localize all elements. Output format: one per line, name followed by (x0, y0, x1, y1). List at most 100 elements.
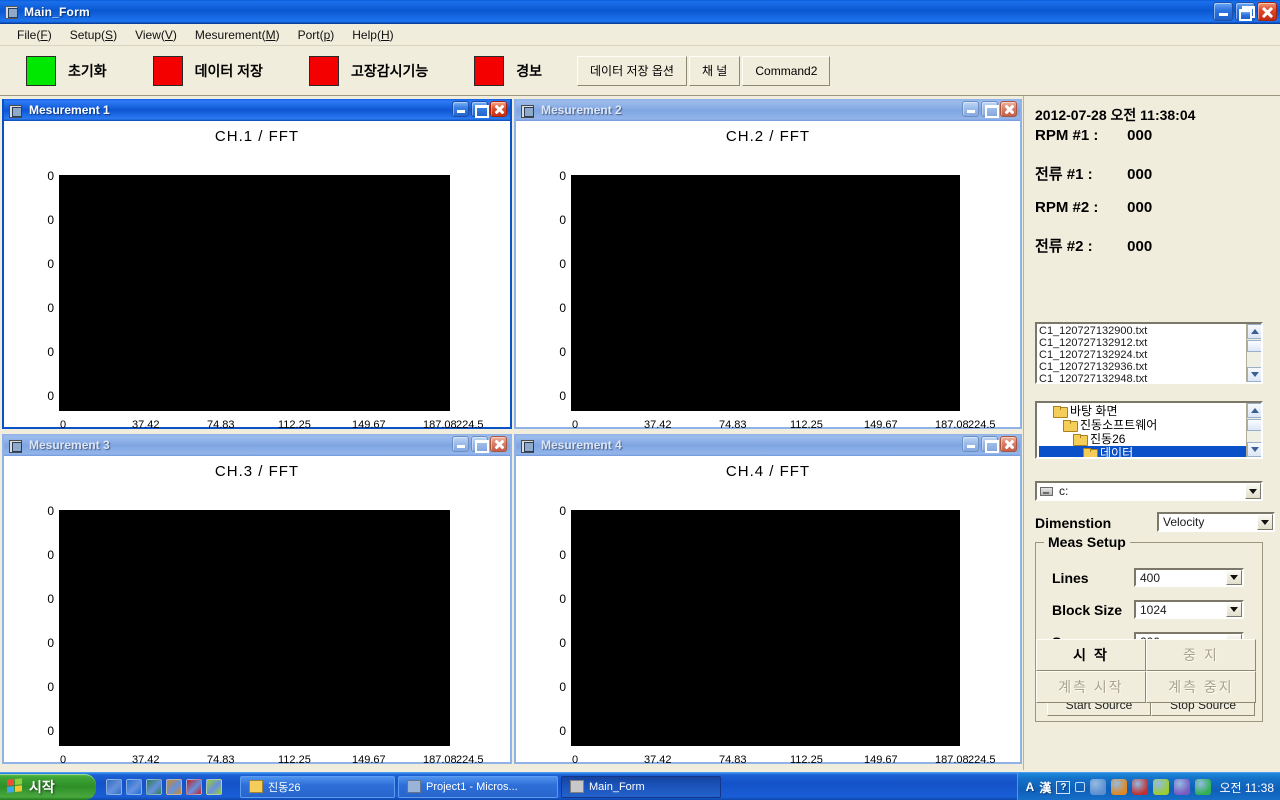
mdi-window-mesurement-2[interactable]: Mesurement 2 CH.2 / FFT 0 0 0 0 0 0 0 37… (514, 99, 1022, 431)
menu-help[interactable]: Help(H) (343, 26, 402, 44)
chart-plot-area[interactable]: 0 0 0 0 0 0 0 37.42 74.83 112.25 149.67 … (4, 486, 510, 766)
ime-help-indicator[interactable]: ? (1056, 780, 1071, 794)
minimize-button[interactable] (1213, 2, 1233, 21)
tree-item[interactable]: 진동26 (1039, 432, 1244, 446)
file-list-scrollbar[interactable] (1246, 324, 1261, 382)
tree-item-selected[interactable]: 데이터 (1039, 446, 1259, 457)
mdi-window-mesurement-4[interactable]: Mesurement 4 CH.4 / FFT 0 0 0 0 0 0 0 37… (514, 434, 1022, 766)
mdi-window-body: CH.2 / FFT 0 0 0 0 0 0 0 37.42 74.83 112… (516, 121, 1020, 431)
list-item[interactable]: C1_120727132936.txt (1039, 361, 1244, 373)
chevron-down-icon[interactable] (1226, 570, 1242, 585)
command2-button[interactable]: Command2 (742, 55, 831, 86)
minimize-button[interactable] (962, 101, 979, 117)
tree-item[interactable]: 바탕 화면 (1039, 404, 1244, 418)
minimize-button[interactable] (452, 101, 469, 117)
antivirus-icon[interactable] (186, 778, 202, 795)
scroll-down-icon[interactable] (1247, 442, 1261, 457)
measure-stop-button[interactable]: 계측 중지 (1146, 671, 1256, 703)
close-button[interactable] (1000, 436, 1017, 452)
taskbar-item-folder[interactable]: 진동26 (240, 775, 395, 798)
channel-button[interactable]: 채 널 (688, 55, 741, 86)
start-button-taskbar[interactable]: 시작 (0, 773, 96, 800)
minimize-button[interactable] (452, 436, 469, 452)
stop-button[interactable]: 중 지 (1146, 639, 1256, 671)
block-size-select[interactable]: 1024 (1134, 600, 1244, 619)
taskbar-item-main-form[interactable]: Main_Form (561, 775, 721, 798)
taskbar-clock[interactable]: 오전 11:38 (1219, 779, 1274, 796)
menu-file[interactable]: File(F) (8, 26, 61, 44)
list-item[interactable]: C1_120727132912.txt (1039, 337, 1244, 349)
dimension-select[interactable]: Velocity (1157, 512, 1275, 532)
chart-plot-area[interactable]: 0 0 0 0 0 0 0 37.42 74.83 112.25 149.67 … (4, 151, 510, 431)
network-icon[interactable] (1132, 779, 1149, 795)
scrollbar-thumb[interactable] (1247, 419, 1261, 431)
close-button[interactable] (490, 436, 507, 452)
mdi-titlebar[interactable]: Mesurement 1 (4, 99, 510, 121)
maximize-button[interactable] (471, 436, 489, 453)
menu-mesurement[interactable]: Mesurement(M) (186, 26, 289, 44)
chevron-down-icon[interactable] (1257, 514, 1273, 530)
data-save-options-button[interactable]: 데이터 저장 옵션 (576, 55, 687, 86)
mdi-window-title: Mesurement 3 (29, 438, 110, 452)
mdi-window-mesurement-1[interactable]: Mesurement 1 CH.1 / FFT 0 0 0 0 0 0 0 37… (2, 99, 512, 431)
tree-item[interactable]: 진동소프트웨어 (1039, 418, 1244, 432)
wireless-icon[interactable] (1195, 779, 1212, 795)
tray-expand-icon[interactable] (1075, 782, 1086, 792)
drive-select[interactable]: c: (1035, 481, 1263, 501)
close-button[interactable] (490, 101, 507, 117)
mdi-titlebar[interactable]: Mesurement 3 (4, 434, 510, 456)
minimize-button[interactable] (962, 436, 979, 452)
maximize-button[interactable] (981, 436, 999, 453)
measure-start-button[interactable]: 계측 시작 (1036, 671, 1146, 703)
scroll-up-icon[interactable] (1247, 324, 1261, 339)
file-list[interactable]: C1_120727132900.txt C1_120727132912.txt … (1035, 322, 1263, 384)
ime-hanja-indicator[interactable]: 漢 (1039, 779, 1051, 796)
chart-plot-area[interactable]: 0 0 0 0 0 0 0 37.42 74.83 112.25 149.67 … (516, 486, 1020, 766)
pencil-icon[interactable] (1153, 779, 1170, 795)
scrollbar-thumb[interactable] (1247, 340, 1261, 352)
ime-mode-indicator[interactable]: A (1026, 780, 1035, 794)
list-item[interactable]: C1_120727132900.txt (1039, 325, 1244, 337)
list-item[interactable]: C1_120727132924.txt (1039, 349, 1244, 361)
mdi-titlebar[interactable]: Mesurement 4 (516, 434, 1020, 456)
update-icon[interactable] (1174, 779, 1191, 795)
y-axis-tick: 0 (47, 680, 54, 694)
maximize-button[interactable] (981, 101, 999, 118)
taskbar-item-project1[interactable]: Project1 - Micros... (398, 775, 558, 798)
scroll-down-icon[interactable] (1247, 367, 1261, 382)
list-item[interactable]: C1_120727132948.txt (1039, 373, 1244, 382)
toolbar-lamp-fault-monitor[interactable]: 고장감시기능 (308, 55, 428, 86)
maximize-button[interactable] (471, 101, 489, 118)
chart-plot-area[interactable]: 0 0 0 0 0 0 0 37.42 74.83 112.25 149.67 … (516, 151, 1020, 431)
volume-icon[interactable] (1090, 779, 1107, 795)
toolbar-lamp-data-save[interactable]: 데이터 저장 (152, 55, 263, 86)
excel-icon[interactable] (146, 778, 162, 795)
taskbar-item-label: 진동26 (268, 781, 301, 794)
mdi-window-mesurement-3[interactable]: Mesurement 3 CH.3 / FFT 0 0 0 0 0 0 0 37… (2, 434, 512, 766)
quick-launch-bar (106, 778, 230, 795)
toolbar-lamp-init[interactable]: 초기화 (26, 55, 107, 86)
media-player-icon[interactable] (106, 778, 122, 795)
readout-value: 000 (1127, 199, 1153, 216)
chevron-down-icon[interactable] (1226, 602, 1242, 617)
menu-view[interactable]: View(V) (126, 26, 186, 44)
lines-select[interactable]: 400 (1134, 568, 1244, 587)
toolbar-lamp-alarm[interactable]: 경보 (474, 55, 542, 86)
scroll-up-icon[interactable] (1247, 403, 1261, 418)
chevron-down-icon[interactable] (1245, 483, 1261, 499)
internet-explorer-icon[interactable] (126, 778, 142, 795)
pencil-icon[interactable] (206, 778, 222, 795)
folder-tree[interactable]: 바탕 화면 진동소프트웨어 진동26 데이터 (1035, 401, 1263, 459)
mdi-titlebar[interactable]: Mesurement 2 (516, 99, 1020, 121)
menu-port[interactable]: Port(p) (289, 26, 344, 44)
menu-setup[interactable]: Setup(S) (61, 26, 126, 44)
calculator-icon[interactable] (166, 778, 182, 795)
start-button[interactable]: 시 작 (1036, 639, 1146, 671)
meas-setup-title: Meas Setup (1044, 534, 1130, 550)
folder-tree-scrollbar[interactable] (1246, 403, 1261, 457)
close-button[interactable] (1000, 101, 1017, 117)
lines-select-value: 400 (1140, 570, 1161, 585)
restore-button[interactable] (1235, 2, 1255, 21)
ime-pad-icon[interactable] (1111, 779, 1128, 795)
close-button[interactable] (1257, 2, 1277, 21)
